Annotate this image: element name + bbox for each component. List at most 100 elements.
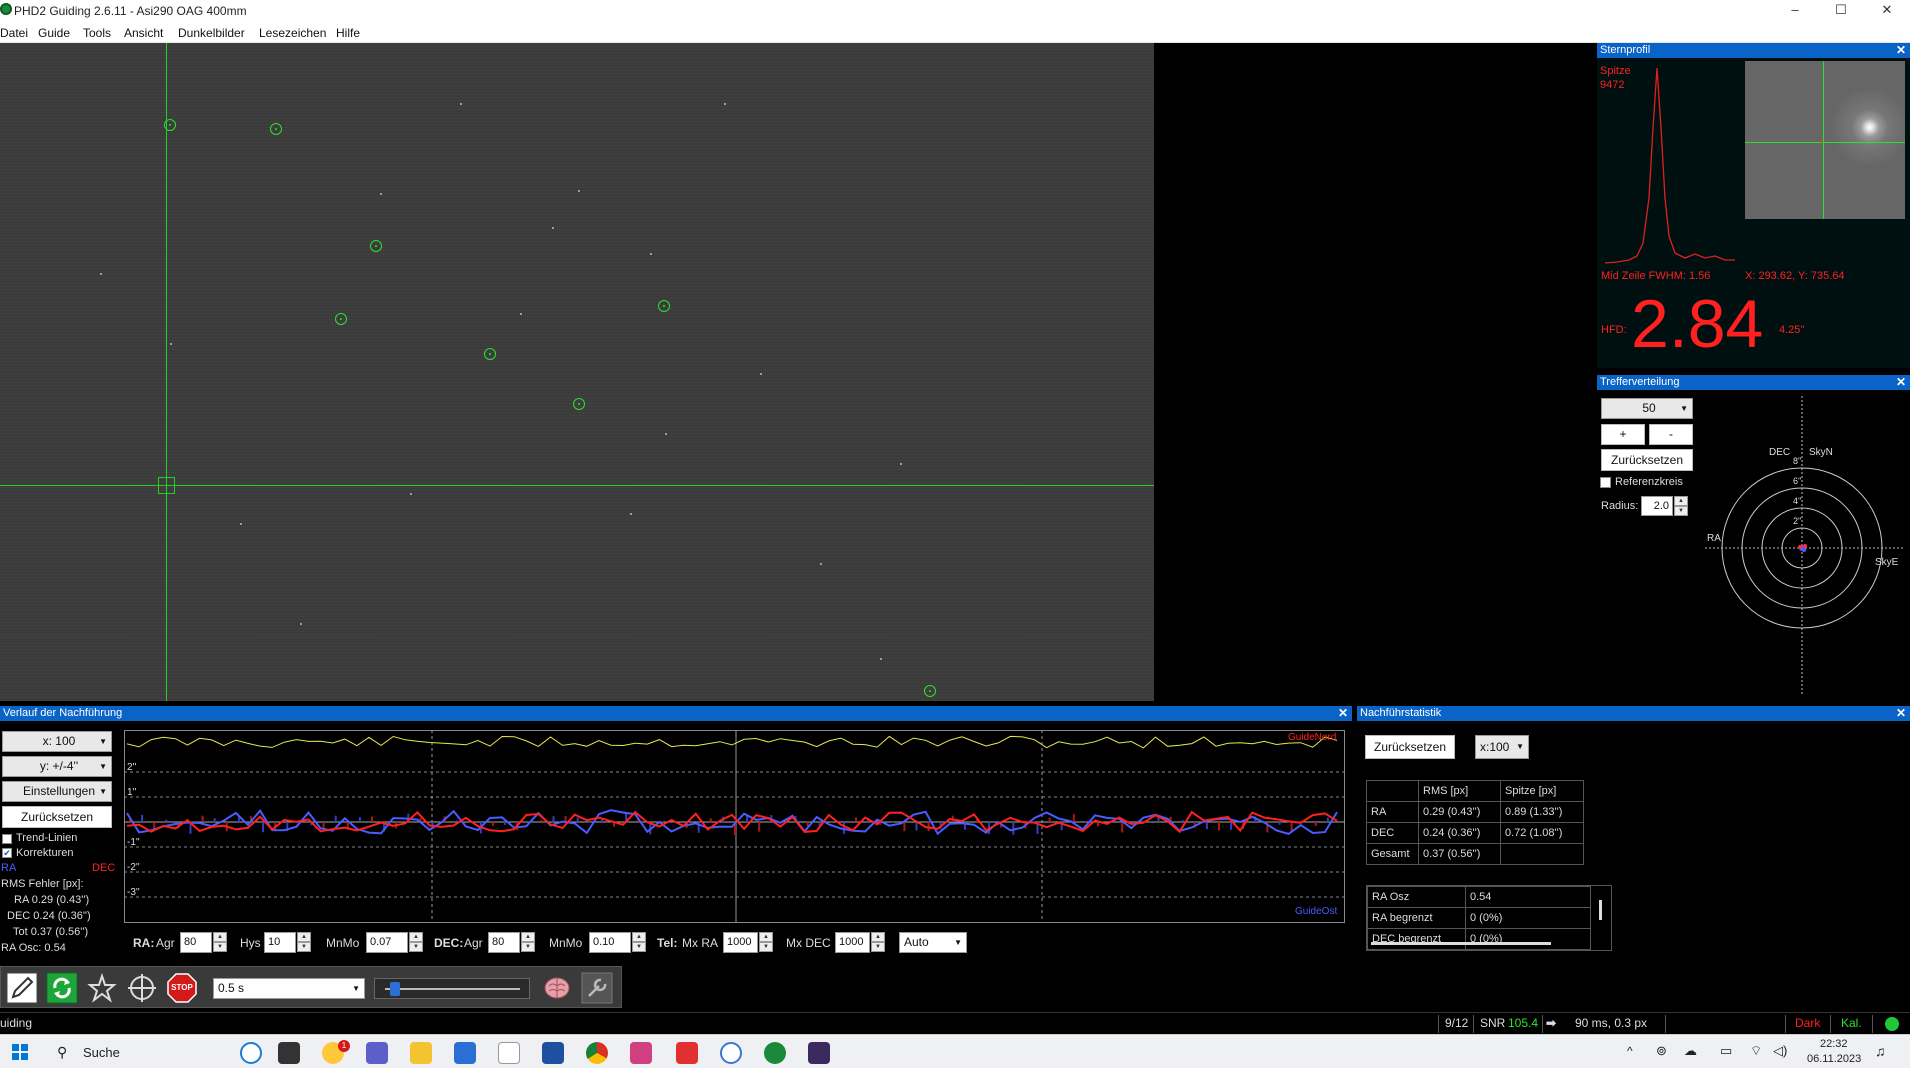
menu-help[interactable]: Hilfe [336, 26, 360, 40]
guide-crosshair-icon[interactable] [126, 972, 158, 1004]
stop-icon[interactable] [166, 972, 198, 1004]
correction-bar [758, 822, 761, 832]
save-disk-icon[interactable] [542, 1042, 564, 1064]
target-reset-button[interactable]: Zurücksetzen [1601, 449, 1693, 471]
taskbar-search[interactable]: Suche [83, 1045, 120, 1060]
row-label: RA Osz [1367, 886, 1466, 908]
exposure-duration-select[interactable]: 0.5 s ▼ [213, 978, 365, 999]
store-icon[interactable] [454, 1042, 476, 1064]
menu-file[interactable]: Datei [0, 26, 28, 40]
loop-exposure-pencil-icon[interactable] [6, 972, 38, 1004]
max-dec-duration-input[interactable]: 1000 [835, 932, 870, 953]
close-button[interactable]: ✕ [1864, 0, 1910, 22]
menu-guide[interactable]: Guide [38, 26, 70, 40]
spin-up-icon[interactable]: ▲ [297, 932, 311, 942]
tray-cloud-icon[interactable]: ☁ [1684, 1043, 1697, 1059]
tools-icon[interactable] [581, 972, 613, 1004]
teams-icon[interactable] [366, 1042, 388, 1064]
chrome-icon[interactable] [586, 1042, 608, 1064]
reference-circle-checkbox[interactable] [1600, 477, 1611, 488]
zoom-out-button[interactable]: - [1649, 424, 1693, 445]
bing-icon[interactable] [240, 1042, 262, 1064]
trend-lines-checkbox[interactable] [2, 834, 12, 844]
notification-bell-icon[interactable]: ♫ [1875, 1043, 1886, 1059]
file-explorer-icon[interactable] [410, 1042, 432, 1064]
spin-up-icon[interactable]: ▲ [632, 932, 646, 942]
stats-table-2[interactable]: RA Osz 0.54 RA begrenzt 0 (0%) DEC begrenz… [1366, 885, 1612, 951]
ra-aggression-input[interactable]: 80 [180, 932, 212, 953]
anydesk-icon[interactable] [676, 1042, 698, 1064]
close-icon[interactable]: ✕ [1896, 706, 1906, 721]
spin-down-icon[interactable]: ▼ [213, 942, 227, 952]
volume-icon[interactable]: ◁) [1773, 1043, 1787, 1059]
vertical-scrollbar[interactable] [1599, 900, 1602, 920]
app-circle-icon[interactable] [720, 1042, 742, 1064]
maximize-button[interactable]: ☐ [1818, 0, 1864, 22]
minimize-button[interactable]: – [1772, 0, 1818, 22]
clock-date[interactable]: 06.11.2023 [1807, 1053, 1861, 1065]
tray-network-app-icon[interactable]: ⊚ [1656, 1043, 1667, 1059]
astro-app-icon[interactable] [808, 1042, 830, 1064]
correction-bar [1205, 822, 1208, 830]
task-view-icon[interactable] [278, 1042, 300, 1064]
clock-time[interactable]: 22:32 [1820, 1038, 1848, 1050]
close-icon[interactable]: ✕ [1896, 375, 1906, 390]
rms-cell: 0.37 (0.56'') [1418, 843, 1501, 865]
spin-down-icon[interactable]: ▼ [632, 942, 646, 952]
spin-down-icon[interactable]: ▼ [409, 942, 423, 952]
stats-x-scale-select[interactable]: x:100 ▼ [1475, 735, 1529, 759]
tray-screen-icon[interactable]: ▭ [1720, 1043, 1732, 1059]
status-guide-pulse: 90 ms, 0.3 px [1575, 1016, 1648, 1030]
spin-down-icon[interactable]: ▼ [521, 942, 535, 952]
ra-minmove-input[interactable]: 0.07 [366, 932, 408, 953]
camera-frame[interactable] [0, 43, 1154, 701]
graph-y-scale-select[interactable]: y: +/-4'' ▼ [2, 756, 112, 777]
spin-up-icon[interactable]: ▲ [871, 932, 885, 942]
document-icon[interactable] [498, 1042, 520, 1064]
auto-select-star-icon[interactable] [86, 972, 118, 1004]
chevron-down-icon: ▼ [99, 787, 107, 796]
axis-skye-label: SkyE [1875, 557, 1899, 568]
gamma-slider[interactable] [374, 978, 530, 999]
spin-down-icon[interactable]: ▼ [759, 942, 773, 952]
menu-darks[interactable]: Dunkelbilder [178, 26, 245, 40]
gamma-slider-thumb[interactable] [390, 982, 400, 996]
spin-down-icon[interactable]: ▼ [871, 942, 885, 952]
dec-aggression-input[interactable]: 80 [488, 932, 520, 953]
spin-up-icon[interactable]: ▲ [521, 932, 535, 942]
windows-start-icon[interactable] [12, 1044, 28, 1060]
graph-settings-select[interactable]: Einstellungen ▼ [2, 781, 112, 802]
spin-up-icon[interactable]: ▲ [759, 932, 773, 942]
stats-reset-button[interactable]: Zurücksetzen [1365, 735, 1455, 759]
spin-up-icon[interactable]: ▲ [409, 932, 423, 942]
ra-hysteresis-input[interactable]: 10 [264, 932, 296, 953]
value-cell: 0.54 [1465, 886, 1591, 908]
dec-minmove-input[interactable]: 0.10 [589, 932, 631, 953]
corrections-checkbox[interactable]: ✔ [2, 848, 12, 858]
rms-cell: 0.29 (0.43'') [1418, 801, 1501, 823]
graph-x-scale-select[interactable]: x: 100 ▼ [2, 731, 112, 752]
close-icon[interactable]: ✕ [1338, 706, 1348, 721]
phd2-taskbar-icon[interactable] [764, 1042, 786, 1064]
close-icon[interactable]: ✕ [1896, 43, 1906, 58]
dec-guide-mode-select[interactable]: Auto ▼ [899, 932, 967, 953]
wifi-icon[interactable]: ⌔ [1750, 1043, 1762, 1059]
tray-chevron-up-icon[interactable]: ^ [1627, 1044, 1633, 1058]
spin-up-icon[interactable]: ▲ [213, 932, 227, 942]
history-length-select[interactable]: 50 ▼ [1601, 398, 1693, 419]
search-icon[interactable]: ⚲ [57, 1044, 67, 1061]
snipping-tool-icon[interactable] [630, 1042, 652, 1064]
loop-icon[interactable] [46, 972, 78, 1004]
radius-down-button[interactable]: ▼ [1674, 506, 1688, 516]
graph-reset-button[interactable]: Zurücksetzen [2, 806, 112, 828]
radius-up-button[interactable]: ▲ [1674, 496, 1688, 506]
spin-down-icon[interactable]: ▼ [297, 942, 311, 952]
brain-icon[interactable] [541, 972, 573, 1004]
zoom-in-button[interactable]: + [1601, 424, 1645, 445]
menu-tools[interactable]: Tools [83, 26, 111, 40]
radius-input[interactable]: 2.0 [1641, 496, 1673, 516]
max-ra-duration-input[interactable]: 1000 [723, 932, 758, 953]
menu-bookmarks[interactable]: Lesezeichen [259, 26, 326, 40]
menu-view[interactable]: Ansicht [124, 26, 163, 40]
horizontal-scrollbar[interactable] [1371, 942, 1551, 945]
